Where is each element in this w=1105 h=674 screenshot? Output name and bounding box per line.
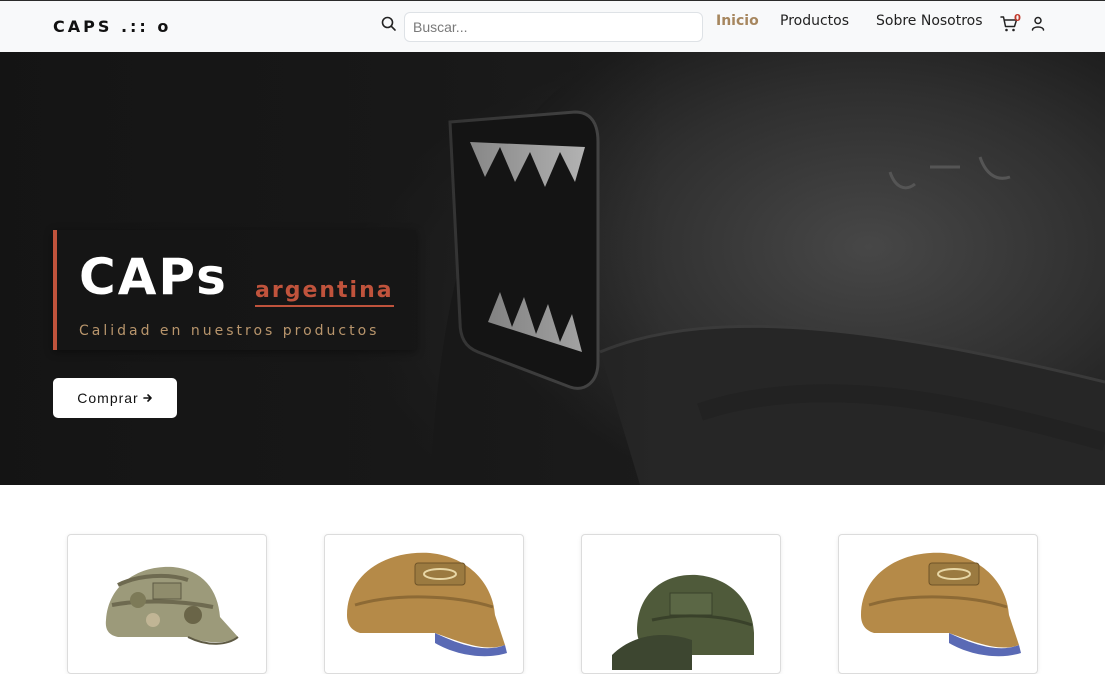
hero-subtitle: argentina <box>255 277 394 307</box>
user-icon[interactable] <box>1031 16 1045 31</box>
hero-banner: CAPs argentina Calidad en nuestros produ… <box>0 52 1105 485</box>
brand-logo[interactable]: CAPS .:: o <box>53 17 171 36</box>
hero-title-box: CAPs argentina Calidad en nuestros produ… <box>53 230 416 350</box>
hero-title: CAPs <box>79 248 228 306</box>
product-image-tan-cap <box>861 552 1021 657</box>
nav-link-sobre-nosotros[interactable]: Sobre Nosotros <box>876 13 983 29</box>
product-image-tan-cap <box>347 552 507 657</box>
buy-button-label: Comprar <box>77 390 139 406</box>
hero-tagline: Calidad en nuestros productos <box>79 323 380 339</box>
product-card[interactable] <box>838 534 1038 674</box>
search-input[interactable] <box>404 12 703 42</box>
product-image-olive-cap <box>612 574 754 670</box>
arrow-right-icon <box>142 390 153 406</box>
nav-link-productos[interactable]: Productos <box>780 13 849 29</box>
buy-button[interactable]: Comprar <box>53 378 177 418</box>
product-card[interactable] <box>67 534 267 674</box>
product-image-camo-cap <box>105 566 239 645</box>
cart-count-badge: 0 <box>1014 13 1021 24</box>
product-card[interactable] <box>581 534 781 674</box>
search-icon[interactable] <box>381 16 397 32</box>
nav-link-inicio[interactable]: Inicio <box>716 13 759 29</box>
navbar: CAPS .:: o Inicio Productos Sobre Nosotr… <box>0 1 1105 52</box>
product-card[interactable] <box>324 534 524 674</box>
